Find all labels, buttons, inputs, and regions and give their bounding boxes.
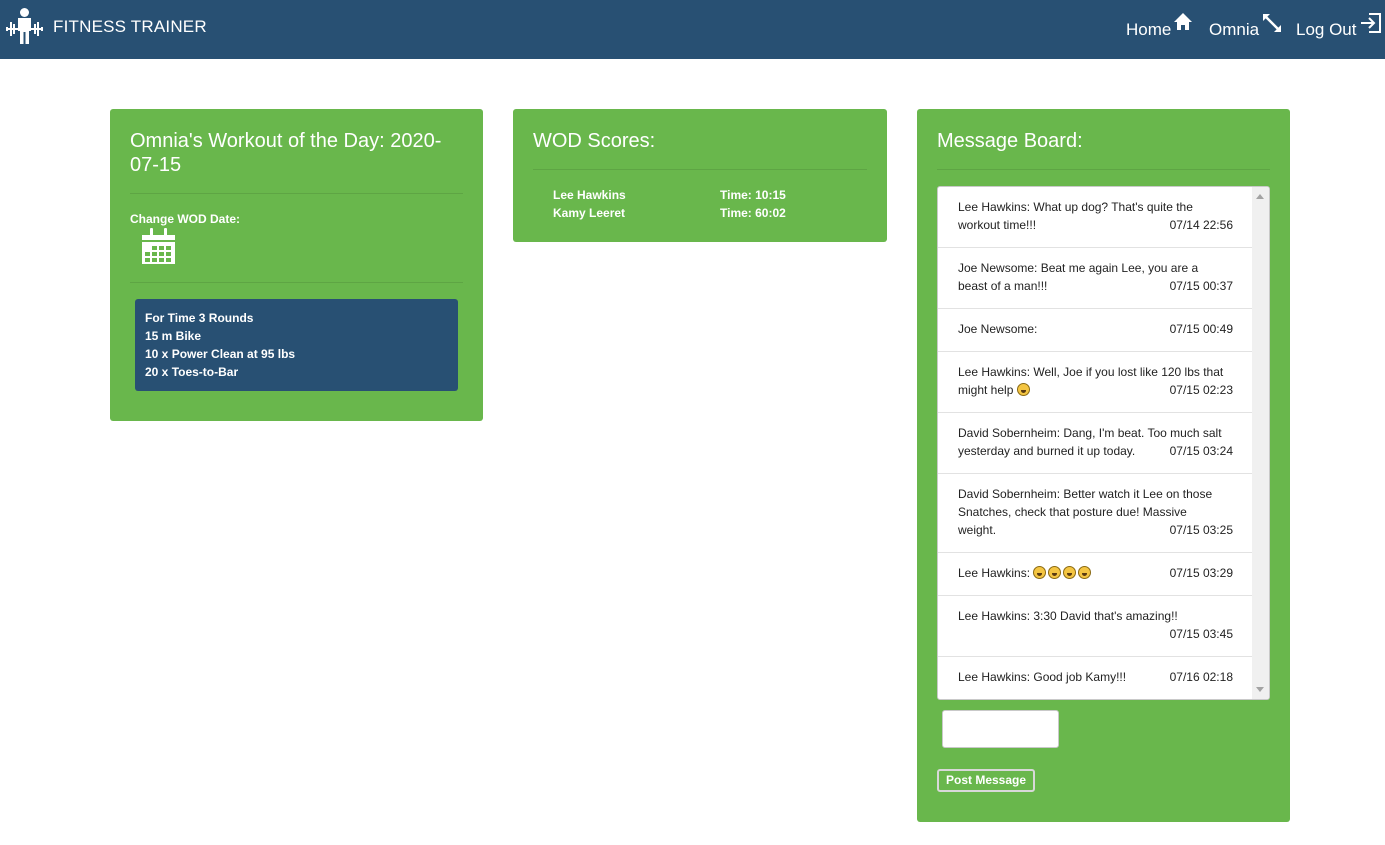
- calendar-icon[interactable]: [142, 228, 175, 266]
- wod-title: Omnia's Workout of the Day: 2020-07-15: [130, 130, 442, 176]
- message-time: 07/15 02:23: [1169, 383, 1233, 397]
- message-time: 07/15 00:37: [1169, 279, 1233, 293]
- message-time: 07/15 03:45: [1169, 627, 1233, 641]
- message-item: Lee Hawkins: 3:30 David that's amazing!!…: [938, 596, 1253, 657]
- message-time: 07/15 03:24: [1169, 444, 1233, 458]
- laugh-emoji-icon: [1063, 566, 1077, 579]
- scores-title: WOD Scores:: [533, 130, 656, 152]
- message-time: 07/15 00:49: [1169, 322, 1233, 336]
- nav-logout-label: Log Out: [1296, 20, 1357, 39]
- grin-emoji-icon: [1016, 383, 1030, 396]
- nav-profile-link[interactable]: Omnia: [1209, 12, 1283, 40]
- divider: [937, 169, 1270, 170]
- message-time: 07/16 02:18: [1169, 670, 1233, 684]
- message-text: Lee Hawkins: 3:30 David that's amazing!!: [958, 609, 1178, 623]
- change-wod-date-label: Change WOD Date:: [130, 212, 241, 226]
- message-time: 07/15 03:29: [1169, 566, 1233, 580]
- wod-line: For Time 3 Rounds: [145, 311, 254, 325]
- message-text: Lee Hawkins:: [958, 566, 1031, 580]
- expand-arrows-icon: [1263, 14, 1282, 32]
- post-message-button[interactable]: Post Message: [937, 769, 1036, 792]
- home-icon: [1174, 13, 1193, 30]
- nav-home-link[interactable]: Home: [1126, 12, 1193, 40]
- message-board-card: Message Board: Lee Hawkins: What up dog?…: [917, 109, 1290, 822]
- message-item: David Sobernheim: Better watch it Lee on…: [938, 474, 1253, 553]
- wod-description: For Time 3 Rounds 15 m Bike 10 x Power C…: [135, 299, 458, 391]
- score-time: Time: 60:02: [720, 206, 786, 220]
- score-name: Kamy Leeret: [553, 206, 626, 220]
- score-time: Time: 10:15: [720, 188, 786, 202]
- nav-logout-link[interactable]: Log Out: [1296, 12, 1383, 40]
- laugh-emoji-icon: [1048, 566, 1062, 579]
- message-item: Lee Hawkins: 07/15 03:29: [938, 553, 1253, 596]
- message-time: 07/14 22:56: [1169, 218, 1233, 232]
- laugh-emoji-icon: [1033, 566, 1047, 579]
- divider: [533, 169, 867, 170]
- wod-card: Omnia's Workout of the Day: 2020-07-15 C…: [110, 109, 483, 421]
- message-item: Joe Newsome: Beat me again Lee, you are …: [938, 248, 1253, 309]
- message-item: David Sobernheim: Dang, I'm beat. Too mu…: [938, 413, 1253, 474]
- message-board-title: Message Board:: [937, 130, 1083, 152]
- scrollbar[interactable]: [1252, 187, 1269, 699]
- message-time: 07/15 03:25: [1169, 523, 1233, 537]
- score-name: Lee Hawkins: [553, 188, 626, 202]
- message-item: Joe Newsome: 07/15 00:49: [938, 309, 1253, 352]
- scroll-down-arrow-icon[interactable]: [1256, 687, 1264, 692]
- wod-line: 10 x Power Clean at 95 lbs: [145, 347, 296, 361]
- wod-scores-card: WOD Scores: Lee Hawkins Time: 10:15 Kamy…: [513, 109, 887, 242]
- scroll-up-arrow-icon[interactable]: [1256, 194, 1264, 199]
- message-item: Lee Hawkins: Well, Joe if you lost like …: [938, 352, 1253, 413]
- wod-line: 20 x Toes-to-Bar: [145, 365, 239, 379]
- divider: [130, 193, 463, 194]
- wod-line: 15 m Bike: [145, 329, 202, 343]
- message-item: Lee Hawkins: Good job Kamy!!! 07/16 02:1…: [938, 657, 1253, 699]
- weightlifter-logo-icon: [6, 8, 43, 44]
- navbar: FITNESS TRAINER Home Omnia Log Out: [0, 0, 1385, 59]
- logout-icon: [1360, 13, 1381, 33]
- message-item: Lee Hawkins: What up dog? That's quite t…: [938, 187, 1253, 248]
- message-list[interactable]: Lee Hawkins: What up dog? That's quite t…: [937, 186, 1270, 700]
- nav-profile-label: Omnia: [1209, 20, 1260, 39]
- brand-title: FITNESS TRAINER: [53, 17, 207, 36]
- message-input[interactable]: [942, 710, 1059, 748]
- divider: [130, 282, 463, 283]
- nav-home-label: Home: [1126, 20, 1172, 39]
- laugh-emoji-icon: [1078, 566, 1092, 579]
- brand[interactable]: FITNESS TRAINER: [6, 7, 207, 45]
